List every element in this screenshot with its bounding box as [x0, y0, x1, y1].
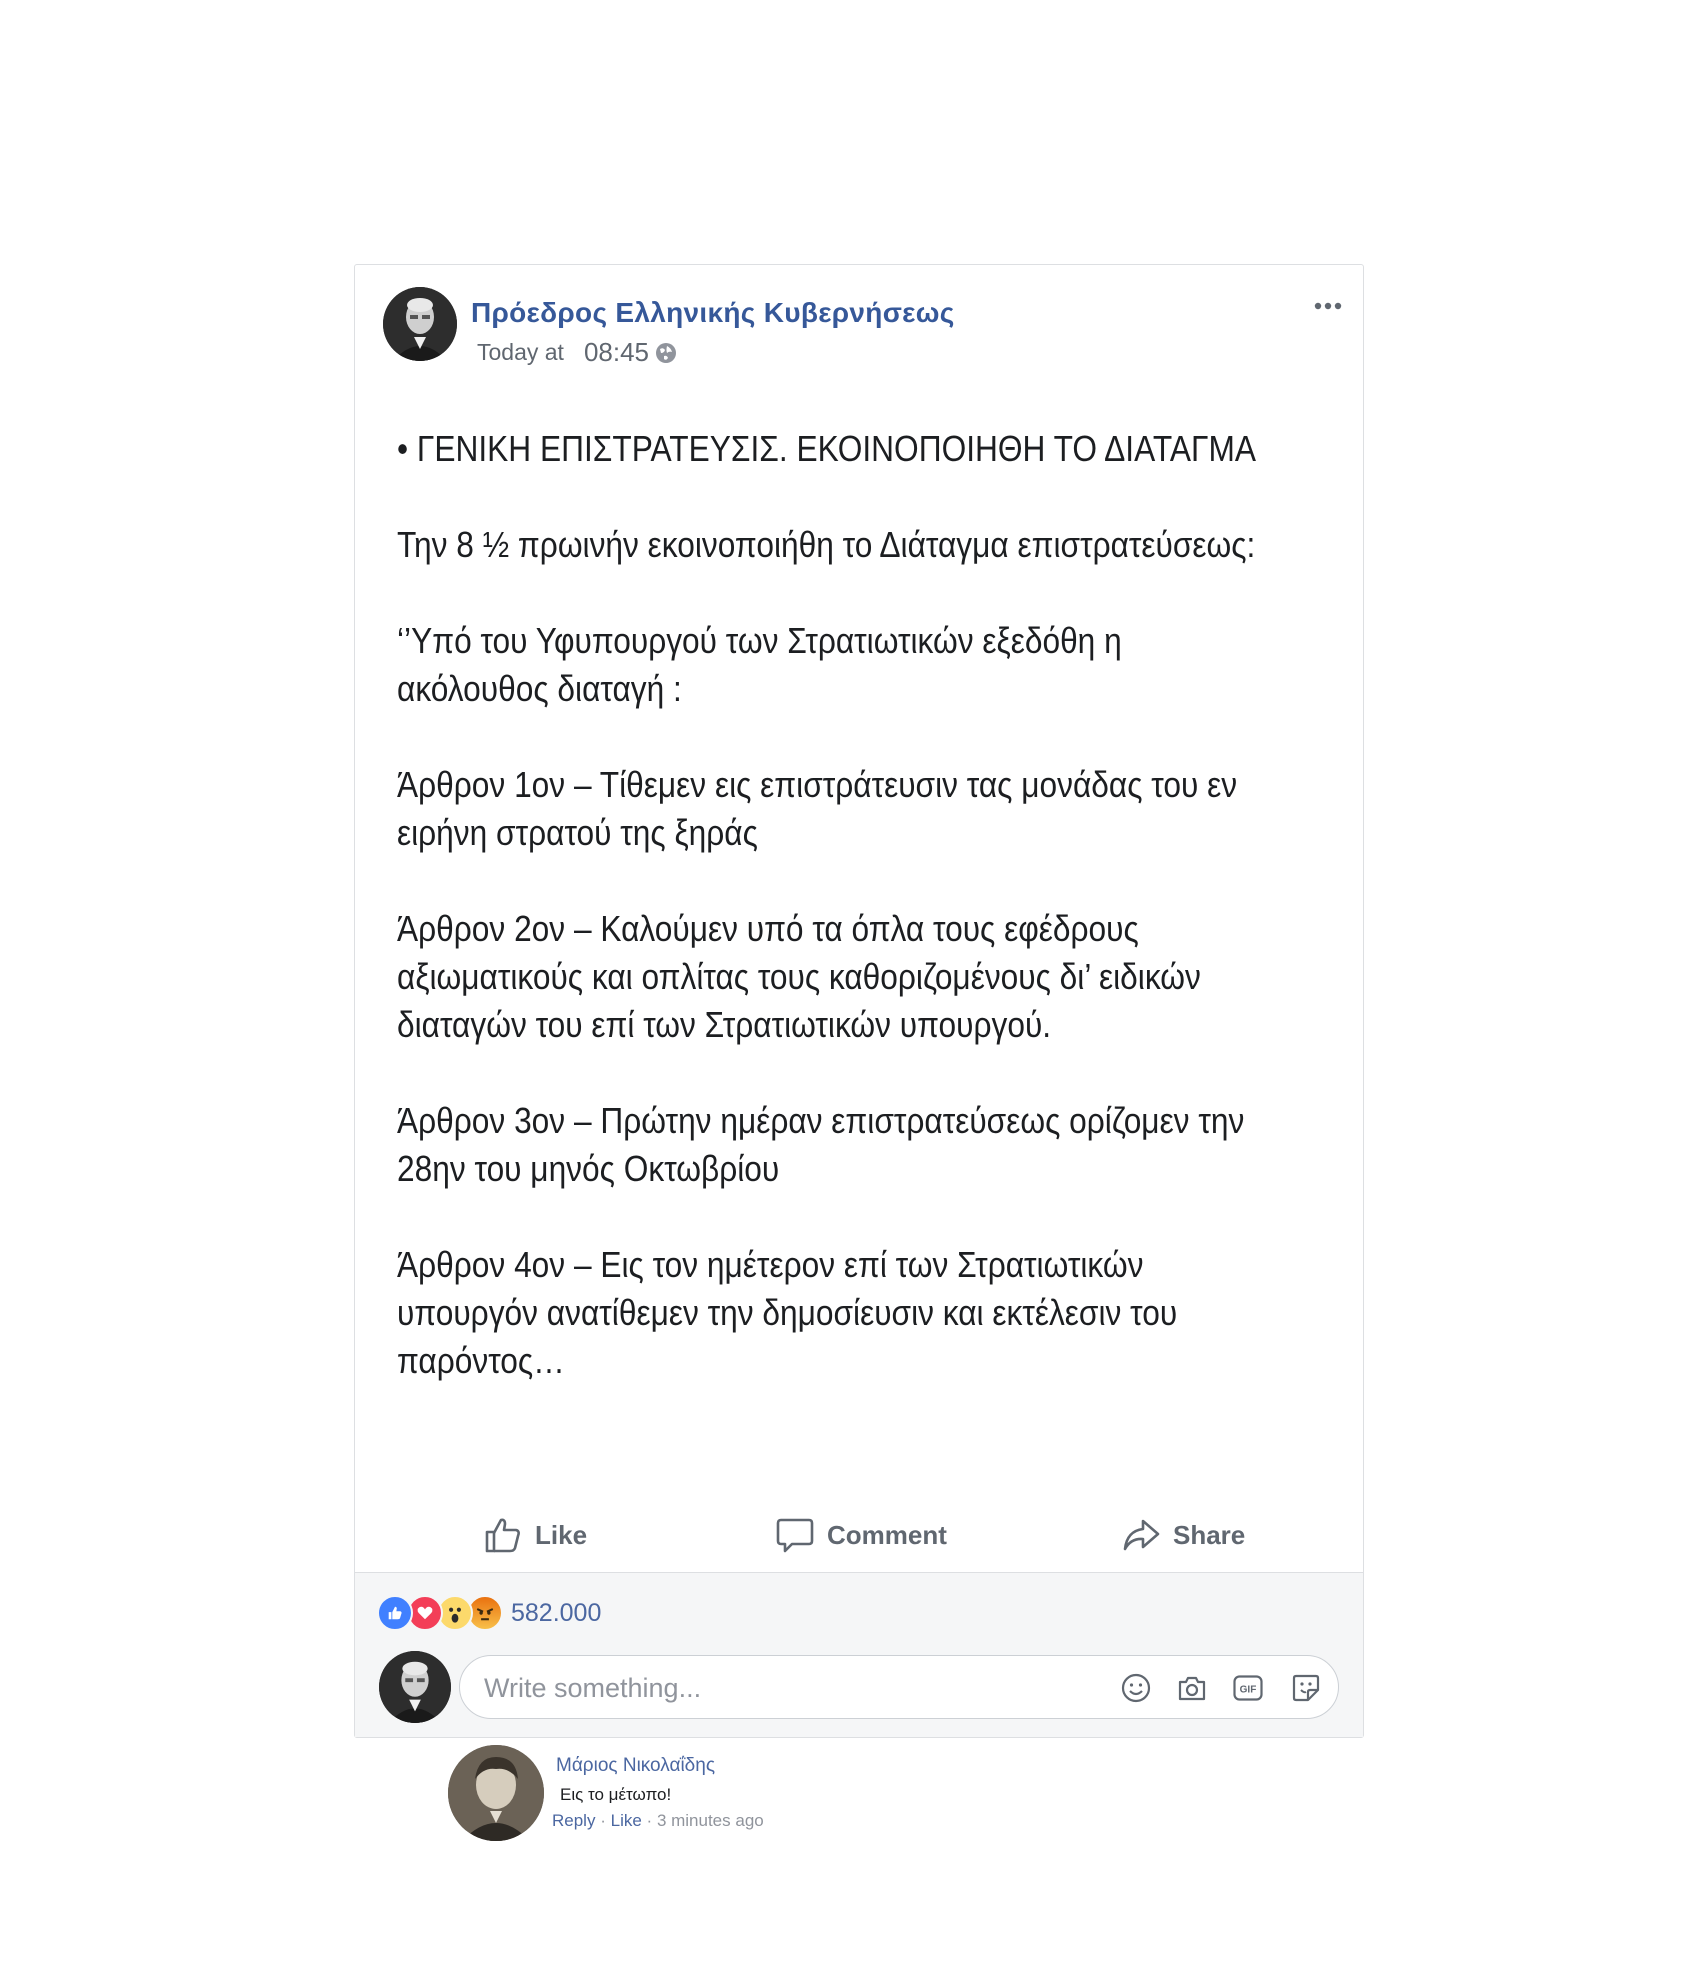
like-button[interactable]: Like	[483, 1511, 587, 1559]
comment-label: Comment	[827, 1519, 947, 1550]
post-paragraph: Την 8 ½ πρωινήν εκοινοποιήθη το Διάταγμα…	[397, 524, 1256, 565]
comment-icon	[776, 1518, 814, 1553]
share-arrow-icon	[1123, 1519, 1160, 1551]
reply-time[interactable]: 3 minutes ago	[657, 1811, 764, 1830]
reply-comment: Μάριος Νικολαΐδης Εις το μέτωπο! Reply ·…	[448, 1745, 1048, 1845]
post-text: • ΓΕΝΙΚΗ ΕΠΙΣΤΡΑΤΕΥΣΙΣ. ΕΚΟΙΝΟΠΟΙΗΘΗ ΤΟ …	[397, 425, 1256, 1433]
post-paragraph: Άρθρον 3ον – Πρώτην ημέραν επιστρατεύσεω…	[397, 1100, 1245, 1189]
page-avatar[interactable]	[383, 287, 457, 361]
reactions-count[interactable]: 582.000	[511, 1599, 601, 1628]
post-headline: • ΓΕΝΙΚΗ ΕΠΙΣΤΡΑΤΕΥΣΙΣ. ΕΚΟΙΝΟΠΟΙΗΘΗ ΤΟ …	[397, 428, 1256, 469]
post-actions-bar: Like Comment Share	[355, 1503, 1363, 1573]
share-button[interactable]: Share	[1121, 1511, 1245, 1559]
sticker-icon[interactable]	[1290, 1672, 1322, 1704]
reply-actions: Reply · Like · 3 minutes ago	[552, 1811, 764, 1831]
more-options-icon[interactable]	[1313, 301, 1343, 311]
page-name[interactable]: Πρόεδρος Ελληνικής Κυβερνήσεως	[471, 297, 955, 329]
reply-like-link[interactable]: Like	[611, 1811, 642, 1830]
post-timestamp: Today at 08:45	[477, 337, 677, 368]
separator: ·	[646, 1811, 653, 1830]
gif-icon[interactable]: GIF	[1232, 1672, 1264, 1704]
gif-icon-text: GIF	[1240, 1685, 1257, 1696]
globe-icon	[656, 342, 677, 363]
emoji-icon[interactable]	[1120, 1672, 1152, 1704]
reply-link[interactable]: Reply	[552, 1811, 595, 1830]
date-prefix: Today at	[477, 339, 564, 365]
reactions-summary[interactable]: 582.000	[377, 1595, 601, 1631]
reply-author-name[interactable]: Μάριος Νικολαΐδης	[556, 1755, 715, 1777]
share-label: Share	[1173, 1519, 1246, 1550]
separator: ·	[600, 1811, 606, 1830]
post-footer: 582.000 Write something... GIF	[355, 1572, 1363, 1737]
comment-button[interactable]: Comment	[775, 1511, 947, 1559]
like-label: Like	[535, 1519, 588, 1550]
post-paragraph: ‘’Υπό του Υφυπουργού των Στρατιωτικών εξ…	[397, 620, 1122, 709]
post-paragraph: Άρθρον 1ον – Τίθεμεν εις επιστράτευσιν τ…	[397, 764, 1238, 853]
comment-input[interactable]: Write something... GIF	[459, 1655, 1339, 1719]
camera-icon[interactable]	[1176, 1672, 1208, 1704]
post-time[interactable]: 08:45	[584, 337, 649, 368]
thumbs-up-icon	[485, 1518, 520, 1553]
comment-placeholder: Write something...	[484, 1673, 702, 1703]
current-user-avatar[interactable]	[379, 1651, 451, 1723]
post-paragraph: Άρθρον 2ον – Καλούμεν υπό τα όπλα τους ε…	[397, 908, 1201, 1045]
post-paragraph: Άρθρον 4ον – Εις τον ημέτερον επί των Στ…	[397, 1244, 1178, 1381]
post-card: Πρόεδρος Ελληνικής Κυβερνήσεως Today at …	[354, 264, 1364, 1738]
reply-author-avatar[interactable]	[448, 1745, 544, 1841]
reply-text: Εις το μέτωπο!	[560, 1785, 672, 1804]
like-reaction-icon	[377, 1595, 413, 1631]
